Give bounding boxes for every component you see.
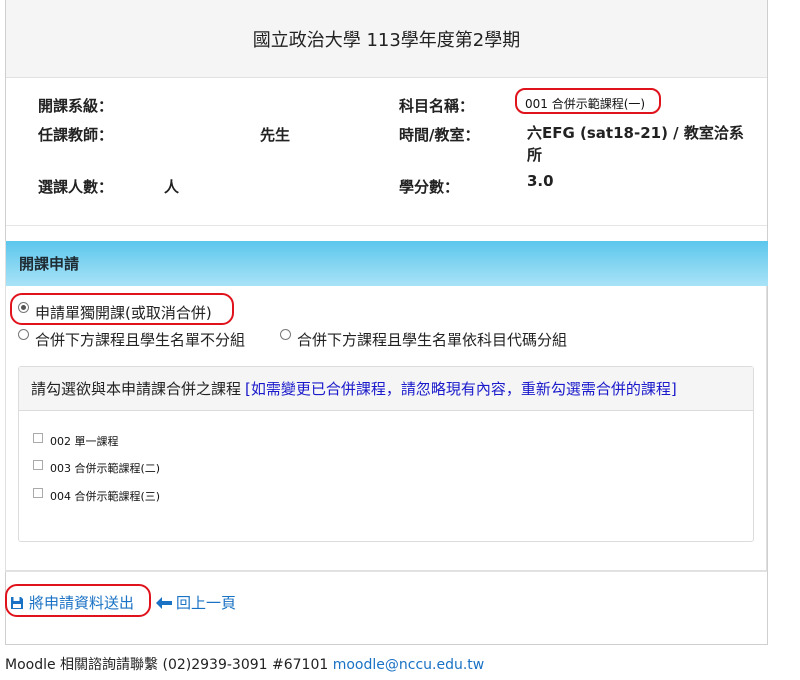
divider: [5, 571, 767, 572]
radio-merge-no-group[interactable]: 合併下方課程且學生名單不分組: [18, 329, 245, 350]
teacher-label: 任課教師：: [38, 126, 114, 144]
radio-highlight: [10, 293, 234, 325]
course-checkbox-item[interactable]: 002 單一課程: [33, 433, 119, 449]
credits-value: 3.0: [527, 172, 554, 190]
credits-label: 學分數：: [399, 178, 460, 196]
merge-courses-box: 請勾選欲與本申請課合併之課程 [如需變更已合併課程，請忽略現有內容，重新勾選需合…: [18, 366, 754, 542]
course-checkbox-item[interactable]: 004 合併示範課程(三): [33, 488, 160, 504]
course-name-label: 科目名稱：: [399, 97, 475, 115]
support-footer: Moodle 相關諮詢請聯繫 (02)2939-3091 #67101 mood…: [5, 654, 484, 674]
page-title: 國立政治大學 113學年度第2學期: [6, 0, 767, 78]
arrow-left-icon: [156, 596, 172, 609]
radio-label: 合併下方課程且學生名單依科目代碼分組: [297, 331, 568, 349]
radio-merge-group-by-code[interactable]: 合併下方課程且學生名單依科目代碼分組: [280, 329, 567, 350]
radio-unchecked-icon[interactable]: [280, 329, 291, 340]
checkbox-icon[interactable]: [33, 433, 43, 443]
submit-highlight: [5, 584, 151, 617]
support-text: Moodle 相關諮詢請聯繫 (02)2939-3091 #67101: [5, 657, 333, 673]
course-name-highlight: [515, 88, 661, 114]
support-email-link[interactable]: moodle@nccu.edu.tw: [333, 657, 485, 673]
time-room-label: 時間/教室：: [399, 126, 480, 144]
course-checkbox-label: 004 合併示範課程(三): [50, 490, 161, 503]
merge-box-title: 請勾選欲與本申請課合併之課程: [31, 380, 242, 398]
merge-box-heading: 請勾選欲與本申請課合併之課程 [如需變更已合併課程，請忽略現有內容，重新勾選需合…: [19, 367, 753, 411]
course-info: 開課系級： 科目名稱： 001 合併示範課程(一) 任課教師： 先生 時間/教室…: [6, 78, 767, 226]
apply-panel-heading: 開課申請: [6, 241, 768, 286]
department-label: 開課系級：: [38, 97, 114, 115]
merge-box-note: [如需變更已合併課程，請忽略現有內容，重新勾選需合併的課程]: [245, 380, 677, 398]
course-checkbox-label: 003 合併示範課程(二): [50, 462, 161, 475]
back-label[interactable]: 回上一頁: [176, 592, 236, 613]
checkbox-icon[interactable]: [33, 488, 43, 498]
time-room-value: 六EFG (sat18-21) / 教室洽系所: [527, 124, 744, 164]
checkbox-icon[interactable]: [33, 460, 43, 470]
page-title-text: 國立政治大學 113學年度第2學期: [252, 29, 521, 51]
enrollment-label: 選課人數：: [38, 178, 114, 196]
course-checkbox-label: 002 單一課程: [50, 435, 119, 448]
teacher-value: 先生: [260, 126, 291, 144]
back-link[interactable]: 回上一頁: [156, 592, 236, 613]
radio-unchecked-icon[interactable]: [18, 329, 29, 340]
enrollment-value: 人: [164, 178, 180, 196]
course-checkbox-item[interactable]: 003 合併示範課程(二): [33, 460, 160, 476]
radio-label: 合併下方課程且學生名單不分組: [35, 331, 246, 349]
